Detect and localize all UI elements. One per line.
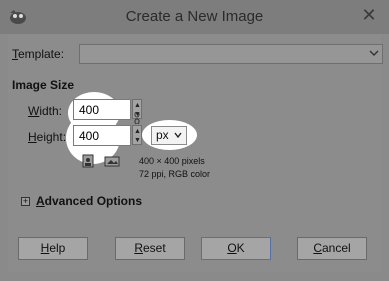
create-image-dialog: Create a New Image ✕ Template: Image Siz… <box>0 0 389 281</box>
ok-button[interactable]: OK <box>201 237 271 260</box>
window-title: Create a New Image <box>125 8 264 25</box>
cancel-button[interactable]: Cancel <box>297 237 367 260</box>
chevron-down-icon <box>369 50 379 56</box>
reset-button[interactable]: Reset <box>115 237 185 260</box>
height-label: Height: <box>28 130 67 144</box>
template-combo[interactable] <box>79 44 383 64</box>
portrait-icon[interactable] <box>80 154 96 168</box>
image-size-heading: Image Size <box>12 78 75 92</box>
height-spin[interactable]: ▲ ▼ <box>132 125 142 145</box>
height-input[interactable]: 400 <box>73 125 131 146</box>
landscape-icon[interactable] <box>104 154 120 168</box>
unit-combo[interactable]: px <box>151 126 187 145</box>
template-label: Template: <box>12 47 65 61</box>
advanced-options-toggle[interactable]: Advanced Options <box>36 194 142 208</box>
dialog-body: Template: Image Size Width: 400 ▲ ▼ Heigh… <box>8 34 383 272</box>
width-label: Width: <box>28 104 63 118</box>
resolution-info: 72 ppi, RGB color <box>139 169 211 179</box>
title-bar[interactable]: Create a New Image ✕ <box>0 0 389 34</box>
width-input[interactable]: 400 <box>73 99 131 120</box>
help-button[interactable]: Help <box>18 237 88 260</box>
unit-value: px <box>156 128 169 142</box>
chain-icon[interactable] <box>133 112 141 124</box>
advanced-expander-icon[interactable]: + <box>21 197 30 206</box>
size-info: 400 × 400 pixels <box>139 156 205 166</box>
chevron-down-icon <box>174 132 182 139</box>
close-icon[interactable]: ✕ <box>353 4 385 26</box>
